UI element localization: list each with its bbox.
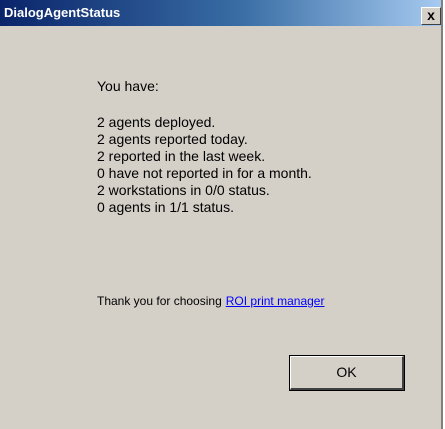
roi-print-manager-link[interactable]: ROI print manager (226, 294, 325, 308)
ok-button[interactable]: OK (289, 355, 405, 391)
message-intro: You have: (97, 78, 159, 94)
status-message: You have: 2 agents deployed. 2 agents re… (97, 78, 312, 216)
status-line-workstations-status: 2 workstations in 0/0 status. (97, 182, 270, 198)
thanks-text: Thank you for choosing ROI print manager (97, 293, 324, 309)
dialog-window: DialogAgentStatus x You have: 2 agents d… (0, 0, 443, 429)
status-line-reported-last-week: 2 reported in the last week. (97, 148, 266, 164)
status-line-agents-deployed: 2 agents deployed. (97, 114, 216, 130)
close-button[interactable]: x (421, 7, 441, 25)
window-title: DialogAgentStatus (4, 5, 121, 20)
status-line-reported-today: 2 agents reported today. (97, 131, 248, 147)
thanks-label: Thank you for choosing (97, 294, 222, 308)
title-bar[interactable]: DialogAgentStatus (0, 0, 441, 26)
status-line-not-reported-month: 0 have not reported in for a month. (97, 165, 312, 181)
status-line-agents-status: 0 agents in 1/1 status. (97, 199, 234, 215)
